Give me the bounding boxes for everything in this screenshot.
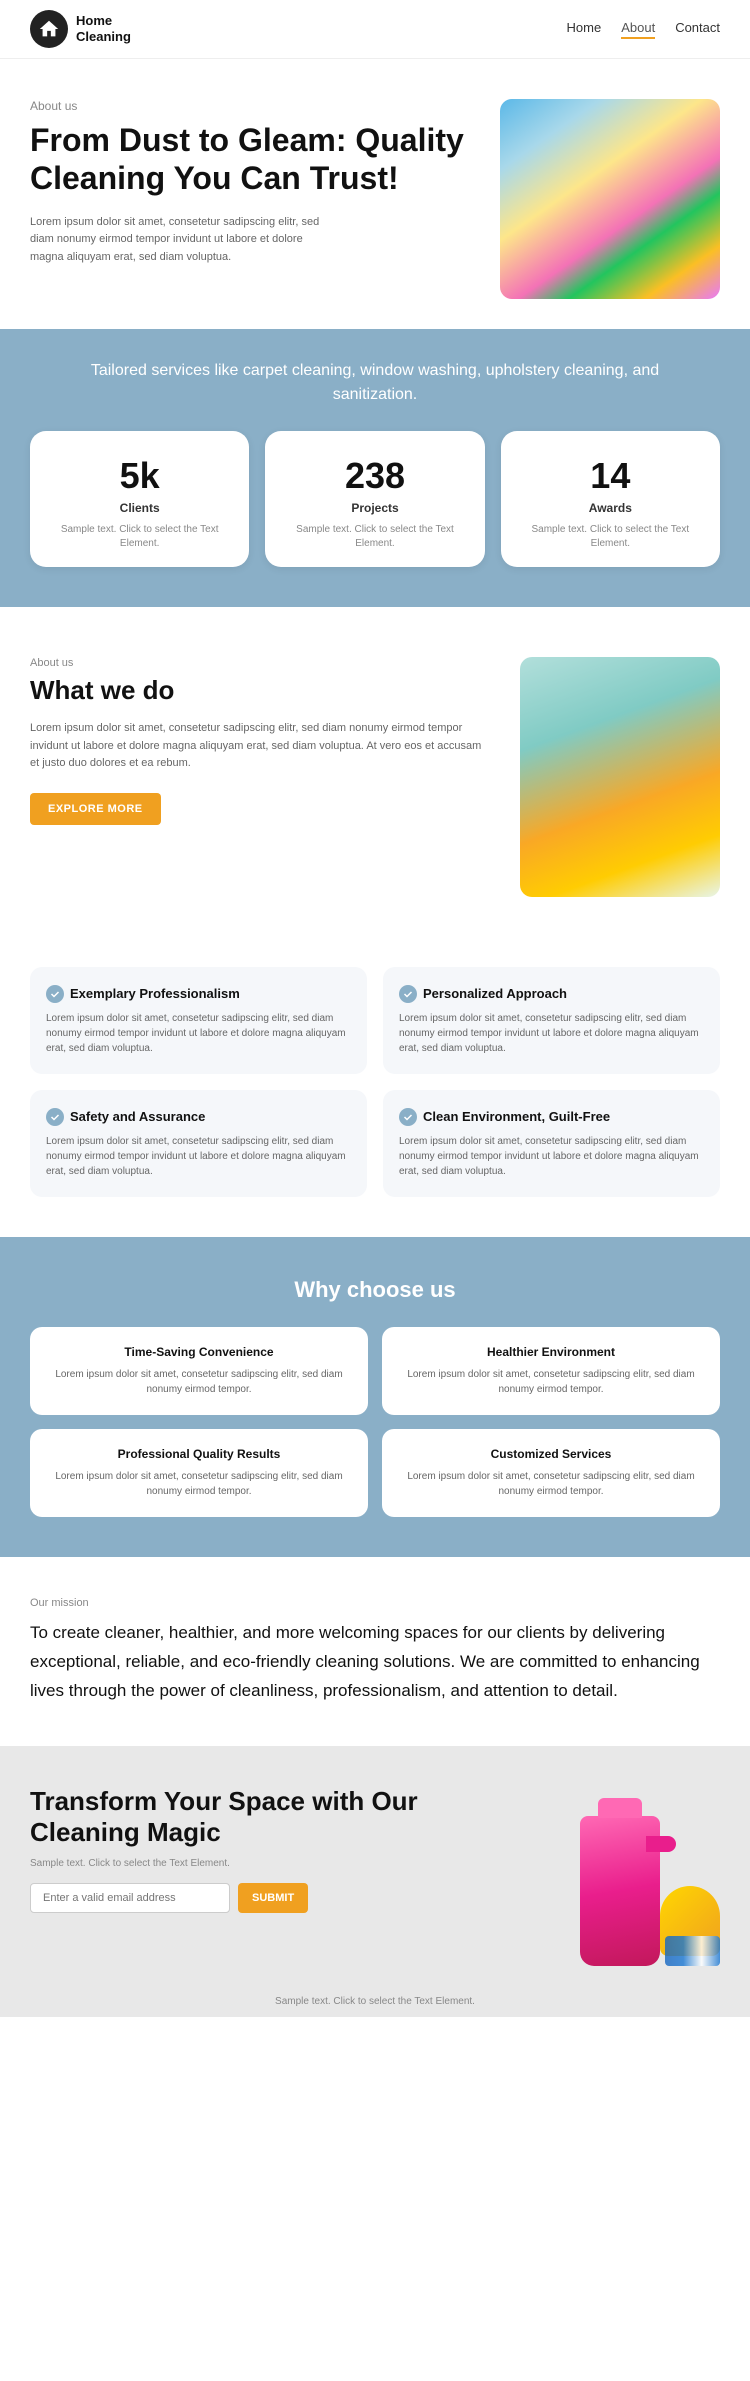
stat-card-clients: 5k Clients Sample text. Click to select … (30, 431, 249, 567)
what-we-do-section: About us What we do Lorem ipsum dolor si… (0, 607, 750, 947)
stat-number-awards: 14 (521, 455, 700, 497)
spray-bottle (580, 1816, 660, 1966)
brand-name: HomeCleaning (76, 13, 131, 44)
hero-image (500, 99, 720, 299)
feature-card-2: Safety and Assurance Lorem ipsum dolor s… (30, 1090, 367, 1197)
feature-title-3: Clean Environment, Guilt-Free (423, 1109, 610, 1126)
stat-desc-awards: Sample text. Click to select the Text El… (521, 523, 700, 551)
why-card-body-0: Lorem ipsum dolor sit amet, consetetur s… (46, 1367, 352, 1397)
main-nav: Home About Contact (567, 20, 720, 39)
bottle-trigger (646, 1836, 676, 1852)
home-icon (38, 18, 60, 40)
feature-title-0: Exemplary Professionalism (70, 986, 240, 1003)
nav-home[interactable]: Home (567, 20, 602, 39)
mission-section: Our mission To create cleaner, healthier… (0, 1557, 750, 1746)
email-input[interactable] (30, 1883, 230, 1913)
feature-title-1: Personalized Approach (423, 986, 567, 1003)
why-card-title-0: Time-Saving Convenience (46, 1345, 352, 1359)
stat-number-clients: 5k (50, 455, 229, 497)
feature-card-3: Clean Environment, Guilt-Free Lorem ipsu… (383, 1090, 720, 1197)
stat-card-projects: 238 Projects Sample text. Click to selec… (265, 431, 484, 567)
features-grid: Exemplary Professionalism Lorem ipsum do… (30, 967, 720, 1197)
why-card-body-2: Lorem ipsum dolor sit amet, consetetur s… (46, 1469, 352, 1499)
stats-section: Tailored services like carpet cleaning, … (0, 329, 750, 607)
stat-number-projects: 238 (285, 455, 464, 497)
nav-about[interactable]: About (621, 20, 655, 39)
cta-form: SUBMIT (30, 1883, 520, 1913)
footer-note: Sample text. Click to select the Text El… (0, 1986, 750, 2017)
nav-contact[interactable]: Contact (675, 20, 720, 39)
stats-cards: 5k Clients Sample text. Click to select … (30, 431, 720, 567)
wwd-image (520, 657, 720, 897)
mission-text: To create cleaner, healthier, and more w… (30, 1619, 720, 1706)
hero-image-visual (500, 99, 720, 299)
cta-title: Transform Your Space with Our Cleaning M… (30, 1786, 520, 1848)
wwd-about-label: About us (30, 657, 490, 669)
hero-title: From Dust to Gleam: Quality Cleaning You… (30, 121, 480, 198)
why-title: Why choose us (30, 1277, 720, 1303)
stat-label-awards: Awards (521, 501, 700, 515)
feature-body-0: Lorem ipsum dolor sit amet, consetetur s… (46, 1011, 351, 1056)
wwd-body: Lorem ipsum dolor sit amet, consetetur s… (30, 720, 490, 773)
check-icon-2 (46, 1108, 64, 1126)
check-icon-0 (46, 985, 64, 1003)
why-card-title-3: Customized Services (398, 1447, 704, 1461)
cta-subtitle: Sample text. Click to select the Text El… (30, 1858, 520, 1869)
features-section: Exemplary Professionalism Lorem ipsum do… (0, 947, 750, 1237)
stat-label-clients: Clients (50, 501, 229, 515)
why-grid: Time-Saving Convenience Lorem ipsum dolo… (30, 1327, 720, 1517)
wwd-image-visual (520, 657, 720, 897)
why-card-title-1: Healthier Environment (398, 1345, 704, 1359)
stat-card-awards: 14 Awards Sample text. Click to select t… (501, 431, 720, 567)
cta-image (540, 1786, 720, 1966)
explore-more-button[interactable]: EXPLORE MORE (30, 793, 161, 825)
feature-body-3: Lorem ipsum dolor sit amet, consetetur s… (399, 1134, 704, 1179)
wwd-text-block: About us What we do Lorem ipsum dolor si… (30, 657, 490, 897)
stats-tagline: Tailored services like carpet cleaning, … (30, 359, 720, 407)
why-card-1: Healthier Environment Lorem ipsum dolor … (382, 1327, 720, 1415)
check-icon-3 (399, 1108, 417, 1126)
stat-desc-clients: Sample text. Click to select the Text El… (50, 523, 229, 551)
feature-card-0: Exemplary Professionalism Lorem ipsum do… (30, 967, 367, 1074)
submit-button[interactable]: SUBMIT (238, 1883, 308, 1913)
feature-header-0: Exemplary Professionalism (46, 985, 351, 1003)
feature-title-2: Safety and Assurance (70, 1109, 205, 1126)
feature-body-2: Lorem ipsum dolor sit amet, consetetur s… (46, 1134, 351, 1179)
feature-header-2: Safety and Assurance (46, 1108, 351, 1126)
feature-header-1: Personalized Approach (399, 985, 704, 1003)
mission-label: Our mission (30, 1597, 720, 1609)
hero-body: Lorem ipsum dolor sit amet, consetetur s… (30, 214, 330, 267)
stat-label-projects: Projects (285, 501, 464, 515)
cleaning-cloth (665, 1936, 720, 1966)
why-card-title-2: Professional Quality Results (46, 1447, 352, 1461)
stat-desc-projects: Sample text. Click to select the Text El… (285, 523, 464, 551)
wwd-title: What we do (30, 675, 490, 706)
logo: HomeCleaning (30, 10, 131, 48)
why-card-3: Customized Services Lorem ipsum dolor si… (382, 1429, 720, 1517)
why-section: Why choose us Time-Saving Convenience Lo… (0, 1237, 750, 1557)
why-card-body-3: Lorem ipsum dolor sit amet, consetetur s… (398, 1469, 704, 1499)
why-card-2: Professional Quality Results Lorem ipsum… (30, 1429, 368, 1517)
check-icon-1 (399, 985, 417, 1003)
feature-header-3: Clean Environment, Guilt-Free (399, 1108, 704, 1126)
why-card-body-1: Lorem ipsum dolor sit amet, consetetur s… (398, 1367, 704, 1397)
logo-icon (30, 10, 68, 48)
hero-text-block: About us From Dust to Gleam: Quality Cle… (30, 99, 480, 267)
bottle-neck (598, 1798, 642, 1818)
hero-section: About us From Dust to Gleam: Quality Cle… (0, 59, 750, 329)
site-header: HomeCleaning Home About Contact (0, 0, 750, 59)
feature-body-1: Lorem ipsum dolor sit amet, consetetur s… (399, 1011, 704, 1056)
why-card-0: Time-Saving Convenience Lorem ipsum dolo… (30, 1327, 368, 1415)
footer-note-text: Sample text. Click to select the Text El… (275, 1996, 475, 2007)
cta-section: Transform Your Space with Our Cleaning M… (0, 1746, 750, 1986)
feature-card-1: Personalized Approach Lorem ipsum dolor … (383, 967, 720, 1074)
cta-text-block: Transform Your Space with Our Cleaning M… (30, 1786, 520, 1913)
hero-about-label: About us (30, 99, 480, 113)
